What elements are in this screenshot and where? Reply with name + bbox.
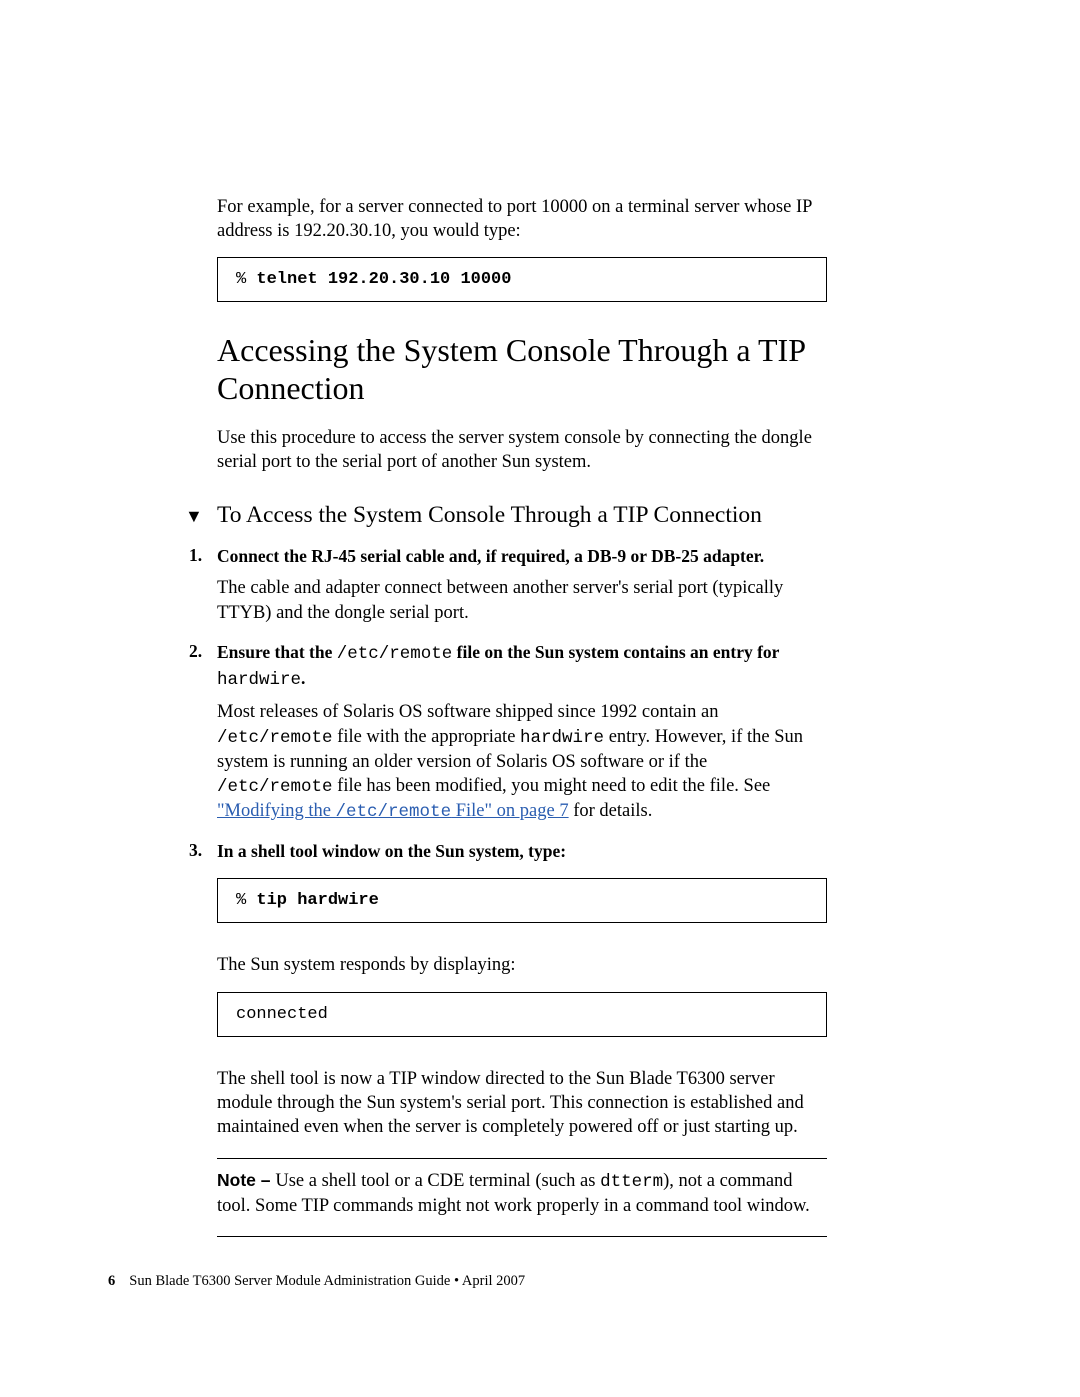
note-label: Note – bbox=[217, 1170, 275, 1190]
link-post: File" on page 7 bbox=[451, 801, 569, 821]
link-code: /etc/remote bbox=[336, 802, 452, 822]
step-1-body: The cable and adapter connect between an… bbox=[217, 576, 827, 625]
procedure-heading: ▼ To Access the System Console Through a… bbox=[217, 502, 827, 529]
code-output-connected: connected bbox=[236, 1005, 328, 1024]
step-3-after1: The Sun system responds by displaying: bbox=[217, 953, 827, 977]
note-text-pre: Use a shell tool or a CDE terminal (such… bbox=[275, 1171, 600, 1191]
code-command-tip: tip hardwire bbox=[256, 891, 378, 910]
step-2-body-code3: /etc/remote bbox=[217, 777, 333, 797]
step-3-head: In a shell tool window on the Sun system… bbox=[217, 840, 827, 864]
step-2-body-code2: hardwire bbox=[520, 728, 604, 748]
page-footer: 6 Sun Blade T6300 Server Module Administr… bbox=[108, 1273, 525, 1290]
procedure-steps: Connect the RJ-45 serial cable and, if r… bbox=[217, 545, 827, 1140]
step-2: Ensure that the /etc/remote file on the … bbox=[217, 641, 827, 824]
step-2-body-pre: Most releases of Solaris OS software shi… bbox=[217, 702, 718, 722]
step-2-head: Ensure that the /etc/remote file on the … bbox=[217, 641, 827, 692]
step-2-head-code: /etc/remote bbox=[337, 644, 453, 664]
link-pre: "Modifying the bbox=[217, 801, 336, 821]
code-box-telnet: % telnet 192.20.30.10 10000 bbox=[217, 257, 827, 302]
code-box-tip: % tip hardwire bbox=[217, 878, 827, 923]
cross-reference-link[interactable]: "Modifying the /etc/remote File" on page… bbox=[217, 801, 569, 821]
step-2-body-mid1: file with the appropriate bbox=[333, 727, 521, 747]
code-box-connected: connected bbox=[217, 992, 827, 1037]
step-2-head-code2: hardwire bbox=[217, 670, 301, 690]
note-rule-top bbox=[217, 1158, 827, 1159]
page-number: 6 bbox=[108, 1273, 115, 1289]
page-content: For example, for a server connected to p… bbox=[217, 195, 827, 1247]
step-2-head-mid: file on the Sun system contains an entry… bbox=[452, 642, 779, 662]
step-2-head-post: . bbox=[301, 668, 305, 688]
procedure-title: To Access the System Console Through a T… bbox=[217, 502, 762, 528]
step-2-body-tail: for details. bbox=[569, 801, 653, 821]
code-prompt: % bbox=[236, 270, 256, 289]
step-1: Connect the RJ-45 serial cable and, if r… bbox=[217, 545, 827, 625]
step-3-after2: The shell tool is now a TIP window direc… bbox=[217, 1067, 827, 1140]
step-2-body: Most releases of Solaris OS software shi… bbox=[217, 700, 827, 824]
step-2-head-pre: Ensure that the bbox=[217, 642, 337, 662]
code-command: telnet 192.20.30.10 10000 bbox=[256, 270, 511, 289]
note-code: dtterm bbox=[600, 1172, 663, 1192]
step-2-body-code1: /etc/remote bbox=[217, 728, 333, 748]
code-prompt-tip: % bbox=[236, 891, 256, 910]
step-2-body-mid3: file has been modified, you might need t… bbox=[333, 776, 771, 796]
section-title: Accessing the System Console Through a T… bbox=[217, 332, 827, 408]
intro-example-text: For example, for a server connected to p… bbox=[217, 195, 827, 243]
step-1-head: Connect the RJ-45 serial cable and, if r… bbox=[217, 545, 827, 569]
footer-text: Sun Blade T6300 Server Module Administra… bbox=[129, 1273, 525, 1289]
section-lead: Use this procedure to access the server … bbox=[217, 426, 827, 474]
step-3: In a shell tool window on the Sun system… bbox=[217, 840, 827, 1139]
note-block: Note – Use a shell tool or a CDE termina… bbox=[217, 1169, 827, 1219]
down-triangle-icon: ▼ bbox=[185, 506, 203, 527]
note-rule-bottom bbox=[217, 1236, 827, 1237]
